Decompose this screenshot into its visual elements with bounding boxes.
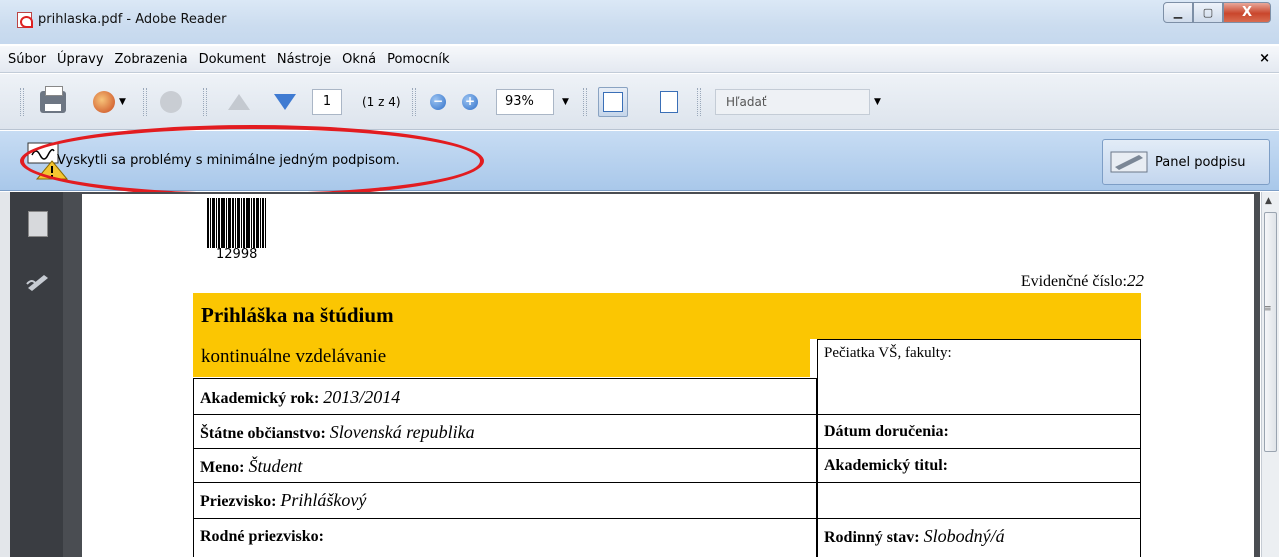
chevron-down-icon: ▼ (119, 97, 126, 107)
stamp-cell: Pečiatka VŠ, fakulty: (817, 339, 1141, 415)
toolbar-separator (412, 88, 416, 116)
marital-status-value: Slobodný/á (923, 526, 1005, 546)
delivery-date-label: Dátum doručenia: (824, 423, 949, 440)
form-subheader: kontinuálne vzdelávanie (193, 339, 810, 377)
surname-label: Priezvisko: (200, 493, 277, 510)
scrollbar-thumb[interactable] (1264, 212, 1277, 452)
search-input[interactable]: Hľadať (715, 89, 870, 115)
form-row: Rodinný stav: Slobodný/á (817, 518, 1141, 557)
next-page-button[interactable] (274, 87, 296, 117)
navigation-panel-edge (0, 192, 10, 557)
previous-page-icon (228, 94, 250, 110)
document-close-icon[interactable]: × (1259, 51, 1270, 66)
vertical-scrollbar[interactable]: ▲ ≡ (1261, 192, 1279, 557)
search-dropdown[interactable]: ▼ (874, 87, 881, 117)
toolbar-separator (20, 88, 24, 116)
citizenship-value: Slovenská republika (329, 422, 475, 442)
page-number-input[interactable]: 1 (312, 89, 342, 115)
window-controls: ▁ ▢ X (1163, 2, 1271, 23)
form-subtitle: kontinuálne vzdelávanie (201, 346, 387, 367)
menu-upravy[interactable]: Úpravy (57, 52, 103, 67)
form-row: Priezvisko: Prihláškový (193, 482, 817, 519)
zoom-dropdown[interactable]: ▼ (562, 87, 569, 117)
tool-icon (160, 91, 182, 113)
tool-button[interactable] (160, 87, 182, 117)
signatures-icon[interactable] (26, 272, 50, 292)
marital-status-label: Rodinný stav: (824, 529, 920, 546)
menu-subor[interactable]: Súbor (8, 52, 46, 67)
first-name-value: Študent (248, 456, 303, 476)
form-row: Rodné priezvisko: (193, 518, 817, 557)
previous-page-button[interactable] (228, 87, 250, 117)
toolbar-separator (203, 88, 207, 116)
citizenship-label: Štátne občianstvo: (200, 425, 326, 442)
menu-nastroje[interactable]: Nástroje (277, 52, 331, 67)
form-row: Akademický titul: (817, 448, 1141, 483)
evidence-number: Evidenčné číslo:22 (1021, 271, 1144, 291)
surname-value: Prihláškový (280, 490, 367, 510)
signature-pen-icon (1110, 151, 1148, 173)
fit-page-icon (660, 91, 678, 113)
fit-page-button[interactable] (660, 87, 678, 117)
zoom-out-button[interactable]: − (430, 87, 446, 117)
signature-panel-button[interactable]: Panel podpisu (1102, 139, 1270, 185)
form-row: Akademický rok: 2013/2014 (193, 378, 817, 415)
print-icon (40, 86, 66, 113)
menu-bar: Súbor Úpravy Zobrazenia Dokument Nástroj… (0, 46, 1279, 73)
academic-title-label: Akademický titul: (824, 457, 948, 474)
menu-zobrazenia[interactable]: Zobrazenia (115, 52, 188, 67)
print-button[interactable] (40, 86, 66, 117)
barcode-number: 12998 (216, 247, 258, 262)
scroll-up-icon[interactable]: ▲ (1265, 196, 1272, 206)
zoom-field[interactable]: 93% (496, 87, 554, 117)
zoom-input[interactable]: 93% (496, 89, 554, 115)
menu-dokument[interactable]: Dokument (199, 52, 266, 67)
form-header: Prihláška na štúdium (193, 293, 1141, 339)
search-box[interactable]: Hľadať (715, 87, 870, 117)
evidence-label: Evidenčné číslo: (1020, 273, 1127, 290)
form-row: Meno: Študent (193, 448, 817, 483)
window-titlebar: prihlaska.pdf - Adobe Reader ▁ ▢ X (0, 0, 1279, 44)
scrollbar-grip-icon: ≡ (1264, 304, 1272, 314)
menu-pomocnik[interactable]: Pomocník (387, 52, 449, 67)
pdf-file-icon (17, 12, 33, 28)
window-title: prihlaska.pdf - Adobe Reader (38, 12, 227, 27)
barcode (207, 198, 273, 248)
close-button[interactable]: X (1223, 2, 1271, 23)
toolbar-separator (583, 88, 587, 116)
maximize-button[interactable]: ▢ (1193, 2, 1223, 23)
academic-year-label: Akademický rok: (200, 390, 320, 407)
first-name-label: Meno: (200, 459, 245, 476)
form-row: Štátne občianstvo: Slovenská republika (193, 414, 817, 449)
form-row: Dátum doručenia: (817, 414, 1141, 449)
signature-panel-label: Panel podpisu (1155, 154, 1246, 170)
zoom-out-icon: − (430, 94, 446, 110)
chevron-down-icon: ▼ (562, 97, 569, 107)
toolbar: ▼ 1 (1 z 4) − + 93% ▼ Hľadať ▼ (0, 74, 1279, 130)
evidence-value: 22 (1127, 271, 1144, 290)
toolbar-separator (143, 88, 147, 116)
next-page-icon (274, 94, 296, 110)
share-icon (93, 91, 115, 113)
chevron-down-icon: ▼ (874, 97, 881, 107)
zoom-in-button[interactable]: + (462, 87, 478, 117)
toolbar-separator (697, 88, 701, 116)
fit-width-button[interactable] (598, 87, 628, 117)
share-button[interactable]: ▼ (93, 87, 126, 117)
menu-okna[interactable]: Okná (342, 52, 376, 67)
highlight-ellipse (20, 125, 484, 197)
fit-width-icon (598, 87, 628, 117)
page-count: (1 z 4) (362, 95, 401, 109)
stamp-label: Pečiatka VŠ, fakulty: (824, 345, 952, 361)
form-row (817, 482, 1141, 519)
academic-year-value: 2013/2014 (323, 387, 401, 407)
page-number-field[interactable]: 1 (312, 87, 342, 117)
zoom-in-icon: + (462, 94, 478, 110)
pages-icon[interactable] (28, 211, 48, 237)
birth-surname-label: Rodné priezvisko: (200, 528, 324, 545)
form-title: Prihláška na štúdium (201, 303, 394, 327)
minimize-button[interactable]: ▁ (1163, 2, 1193, 23)
